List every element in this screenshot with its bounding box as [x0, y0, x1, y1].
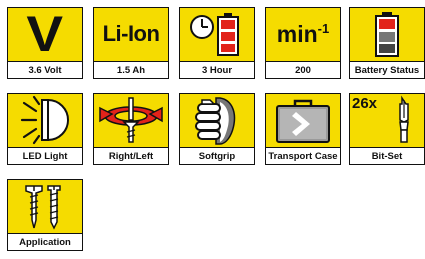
tile-rpm: min-1 200 [265, 7, 341, 79]
voltage-symbol: V [26, 7, 64, 62]
tile-caption: LED Light [8, 147, 82, 164]
softgrip-icon [180, 94, 254, 146]
li-ion-label: Li-Ion [102, 21, 160, 46]
tile-battery-status: Battery Status [349, 7, 425, 79]
tile-caption: Transport Case [266, 147, 340, 164]
tile-bit-set: 26x Bit-Set [349, 93, 425, 165]
tile-transport-case: Transport Case [265, 93, 341, 165]
screws-icon [8, 180, 82, 232]
tile-caption: 3.6 Volt [8, 61, 82, 78]
tile-application: Application [7, 179, 83, 251]
tile-softgrip: Softgrip [179, 93, 255, 165]
tile-caption: Bit-Set [350, 147, 424, 164]
tile-charging-time: 3 Hour [179, 7, 255, 79]
tile-caption: Softgrip [180, 147, 254, 164]
charging-time-icon [180, 8, 254, 60]
battery-status-icon [350, 8, 424, 60]
rotation-direction-icon [94, 94, 168, 146]
tile-caption: 1.5 Ah [94, 61, 168, 78]
tile-caption: Application [8, 233, 82, 250]
rpm-unit: min-1 [276, 20, 330, 47]
tile-caption: 3 Hour [180, 61, 254, 78]
transport-case-icon [266, 94, 340, 146]
tile-caption: 200 [266, 61, 340, 78]
tile-caption: Right/Left [94, 147, 168, 164]
tile-battery-type: Li-Ion 1.5 Ah [93, 7, 169, 79]
bit-set-icon: 26x [350, 94, 424, 146]
bit-count: 26x [352, 95, 378, 112]
tile-voltage: V 3.6 Volt [7, 7, 83, 79]
tile-led-light: LED Light [7, 93, 83, 165]
led-light-icon [8, 94, 82, 146]
tile-caption: Battery Status [350, 61, 424, 78]
tile-right-left: Right/Left [93, 93, 169, 165]
